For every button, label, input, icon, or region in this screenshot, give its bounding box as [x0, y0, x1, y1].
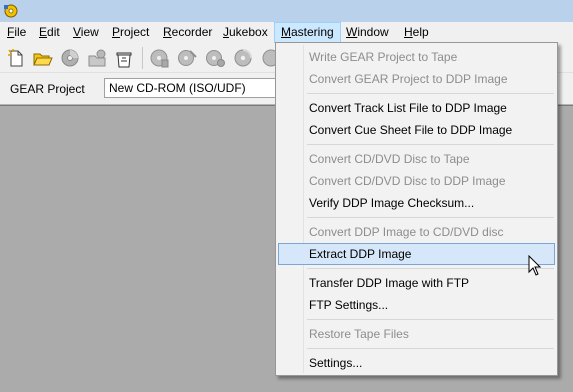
menu-item-convert-disc-to-tape[interactable]: Convert CD/DVD Disc to Tape	[278, 148, 555, 170]
menu-separator	[307, 217, 554, 218]
open-project-icon[interactable]	[86, 47, 108, 69]
menu-item-write-gear-project-to-tape[interactable]: Write GEAR Project to Tape	[278, 46, 555, 68]
settings-disc-icon[interactable]	[204, 47, 226, 69]
write-disc-icon[interactable]	[176, 47, 198, 69]
menu-item-settings[interactable]: Settings...	[278, 352, 555, 374]
menu-item-convert-gear-project-to-ddp[interactable]: Convert GEAR Project to DDP Image	[278, 68, 555, 90]
mastering-menu: Write GEAR Project to Tape Convert GEAR …	[275, 42, 558, 376]
disc-icon[interactable]	[59, 47, 81, 69]
app-icon	[4, 4, 18, 18]
menu-window[interactable]: Window	[340, 22, 395, 43]
menu-item-convert-ddp-to-disc[interactable]: Convert DDP Image to CD/DVD disc	[278, 221, 555, 243]
title-bar	[0, 0, 573, 22]
menu-project[interactable]: Project	[106, 22, 155, 43]
menu-help[interactable]: Help	[398, 22, 435, 43]
save-project-icon[interactable]	[113, 47, 135, 69]
menu-mastering[interactable]: Mastering	[274, 22, 341, 43]
menu-jukebox[interactable]: Jukebox	[217, 22, 274, 43]
info-icon[interactable]	[148, 47, 170, 69]
menu-item-verify-ddp-checksum[interactable]: Verify DDP Image Checksum...	[278, 192, 555, 214]
menu-item-extract-ddp-image[interactable]: Extract DDP Image	[278, 243, 555, 265]
menu-view[interactable]: View	[67, 22, 105, 43]
mouse-cursor-icon	[528, 255, 542, 276]
open-folder-icon[interactable]	[31, 47, 53, 69]
menu-file[interactable]: File	[1, 22, 32, 43]
menu-separator	[307, 348, 554, 349]
toolbar-separator	[142, 47, 143, 69]
disc-copy-icon[interactable]	[232, 47, 254, 69]
menu-separator	[307, 268, 554, 269]
menu-separator	[307, 93, 554, 94]
menu-recorder[interactable]: Recorder	[157, 22, 218, 43]
menu-item-convert-cue-sheet-to-ddp[interactable]: Convert Cue Sheet File to DDP Image	[278, 119, 555, 141]
project-label: GEAR Project	[10, 82, 85, 96]
menu-edit[interactable]: Edit	[33, 22, 66, 43]
menu-item-restore-tape-files[interactable]: Restore Tape Files	[278, 323, 555, 345]
menu-item-convert-track-list-to-ddp[interactable]: Convert Track List File to DDP Image	[278, 97, 555, 119]
menu-separator	[307, 319, 554, 320]
menu-item-transfer-ddp-ftp[interactable]: Transfer DDP Image with FTP	[278, 272, 555, 294]
menu-bar: File Edit View Project Recorder Jukebox …	[0, 22, 573, 43]
menu-item-convert-disc-to-ddp[interactable]: Convert CD/DVD Disc to DDP Image	[278, 170, 555, 192]
menu-separator	[307, 144, 554, 145]
new-file-icon[interactable]	[5, 47, 27, 69]
menu-item-ftp-settings[interactable]: FTP Settings...	[278, 294, 555, 316]
project-type-select[interactable]: New CD-ROM (ISO/UDF)	[104, 78, 294, 98]
